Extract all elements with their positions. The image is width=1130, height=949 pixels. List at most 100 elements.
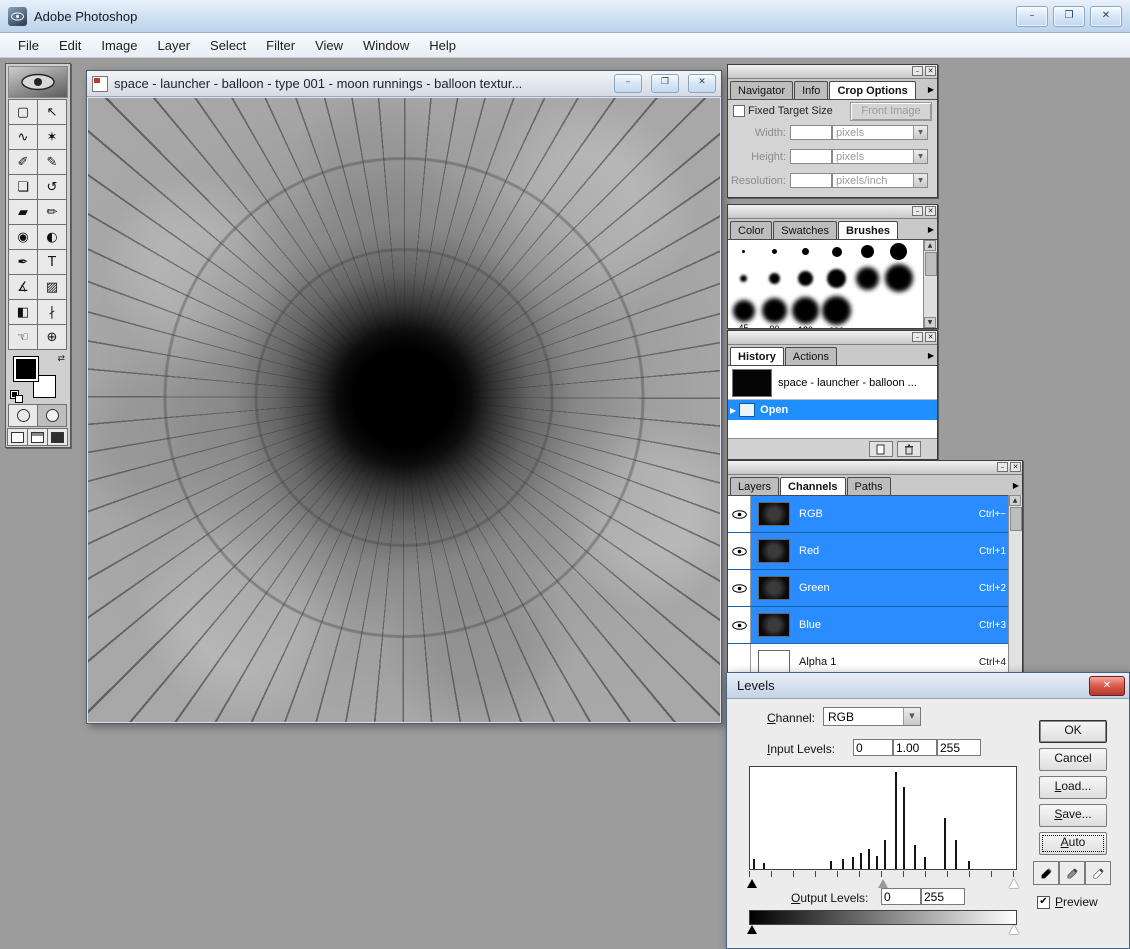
palette-mini-titlebar[interactable]: – ✕ [728,205,937,219]
input-black-slider[interactable] [747,879,757,888]
brush-preset-0-2[interactable] [790,245,821,256]
brush-preset-0-5[interactable] [883,240,914,261]
palette-minimize-icon[interactable]: – [997,462,1008,472]
channel-row-blue[interactable]: BlueCtrl+3 [728,607,1022,644]
tab-color[interactable]: Color [730,221,772,239]
levels-close-button[interactable]: ✕ [1089,676,1125,696]
brush-preset-1-0[interactable] [728,272,759,283]
rectangular-marquee-tool[interactable]: ▢ [8,99,38,125]
channels-scrollbar[interactable]: ▲ ▼ [1008,495,1022,685]
menu-item-edit[interactable]: Edit [49,35,91,56]
eraser-tool[interactable]: ▰ [8,199,38,225]
swap-colors-icon[interactable]: ⇄ [57,354,65,364]
menu-item-image[interactable]: Image [91,35,147,56]
history-brush-tool[interactable]: ↺ [37,174,67,200]
input-white-slider[interactable] [1009,879,1019,888]
channel-row-rgb[interactable]: RGBCtrl+~ [728,496,1022,533]
pen-tool[interactable]: ✒ [8,249,38,275]
scroll-up-icon[interactable]: ▲ [1009,495,1021,506]
gradient-tool[interactable]: ▨ [37,274,67,300]
gray-point-eyedropper-icon[interactable] [1059,861,1085,885]
menu-item-view[interactable]: View [305,35,353,56]
history-snapshot-row[interactable]: space - launcher - balloon ... [728,366,937,400]
move-tool[interactable]: ↖ [37,99,67,125]
type-tool[interactable]: T [37,249,67,275]
paint-bucket-tool[interactable]: ◧ [8,299,38,325]
lasso-tool[interactable]: ∿ [8,124,38,150]
dodge-tool[interactable]: ◐ [37,224,67,250]
brush-preset-0-1[interactable] [759,246,790,255]
tab-navigator[interactable]: Navigator [730,81,793,99]
brush-preset-2-1[interactable]: 90 [759,295,790,328]
brushes-scrollbar[interactable]: ▲ ▼ [923,240,937,328]
tab-channels[interactable]: Channels [780,477,846,495]
tab-swatches[interactable]: Swatches [773,221,837,239]
palette-menu-arrow-icon[interactable]: ▶ [928,225,934,234]
palette-close-icon[interactable]: ✕ [925,206,936,216]
minimize-button[interactable]: – [1016,6,1048,27]
palette-menu-arrow-icon[interactable]: ▶ [928,85,934,94]
eyedropper-tool[interactable]: ∤ [37,299,67,325]
palette-mini-titlebar[interactable]: – ✕ [728,461,1022,475]
palette-minimize-icon[interactable]: – [912,206,923,216]
levels-title-bar[interactable]: Levels ✕ [727,673,1129,699]
tab-info[interactable]: Info [794,81,828,99]
palette-menu-arrow-icon[interactable]: ▶ [1013,481,1019,490]
maximize-button[interactable]: ❐ [1053,6,1085,27]
channel-row-red[interactable]: RedCtrl+1 [728,533,1022,570]
brush-preset-1-4[interactable] [852,264,883,291]
document-minimize-button[interactable]: – [614,74,642,93]
paintbrush-tool[interactable]: ✎ [37,149,67,175]
brush-preset-1-1[interactable] [759,270,790,285]
eye-icon[interactable] [728,496,751,532]
new-snapshot-button[interactable] [869,441,893,457]
input-gamma-slider[interactable] [878,879,888,888]
output-black-field[interactable] [881,888,921,905]
rubber-stamp-tool[interactable]: ❏ [8,174,38,200]
preview-checkbox[interactable]: ✔ [1037,896,1050,909]
menu-item-layer[interactable]: Layer [148,35,201,56]
scrollbar-thumb[interactable] [1010,507,1022,531]
standard-screen-button[interactable] [7,428,28,446]
output-black-slider[interactable] [747,925,757,934]
airbrush-tool[interactable]: ✐ [8,149,38,175]
brush-preset-1-5[interactable] [883,261,914,293]
menu-item-select[interactable]: Select [200,35,256,56]
palette-close-icon[interactable]: ✕ [925,66,936,76]
black-point-eyedropper-icon[interactable] [1033,861,1059,885]
resolution-unit-select[interactable]: pixels/inch ▼ [832,173,928,188]
channel-select[interactable]: RGB ▼ [823,707,921,726]
blur-tool[interactable]: ◉ [8,224,38,250]
palette-mini-titlebar[interactable]: – ✕ [728,331,937,345]
canvas-image[interactable] [88,98,720,722]
pencil-tool[interactable]: ✏ [37,199,67,225]
brush-preset-2-3[interactable]: 200 [821,293,852,328]
brush-preset-2-0[interactable]: 45 [728,297,759,329]
menu-item-help[interactable]: Help [419,35,466,56]
height-input[interactable] [790,149,832,164]
fullscreen-button[interactable] [47,428,68,446]
close-button[interactable]: ✕ [1090,6,1122,27]
brush-preset-1-2[interactable] [790,268,821,287]
tab-crop-options[interactable]: Crop Options [829,81,915,99]
front-image-button[interactable]: Front Image [850,102,932,121]
menu-item-file[interactable]: File [8,35,49,56]
resolution-input[interactable] [790,173,832,188]
width-unit-select[interactable]: pixels ▼ [832,125,928,140]
document-maximize-button[interactable]: ❐ [651,74,679,93]
measure-tool[interactable]: ∡ [8,274,38,300]
eye-icon[interactable] [728,570,751,606]
menu-item-filter[interactable]: Filter [256,35,305,56]
hand-tool[interactable]: ☜ [8,324,38,350]
brush-preset-0-0[interactable] [728,247,759,254]
auto-button[interactable]: Auto [1039,832,1107,855]
brush-preset-2-2[interactable]: 120 [790,294,821,328]
tab-layers[interactable]: Layers [730,477,779,495]
foreground-color-swatch[interactable] [13,356,39,382]
document-close-button[interactable]: ✕ [688,74,716,93]
default-colors-icon[interactable] [10,390,22,402]
input-white-field[interactable] [937,739,981,756]
tab-brushes[interactable]: Brushes [838,221,898,239]
tab-actions[interactable]: Actions [785,347,837,365]
cancel-button[interactable]: Cancel [1039,748,1107,771]
